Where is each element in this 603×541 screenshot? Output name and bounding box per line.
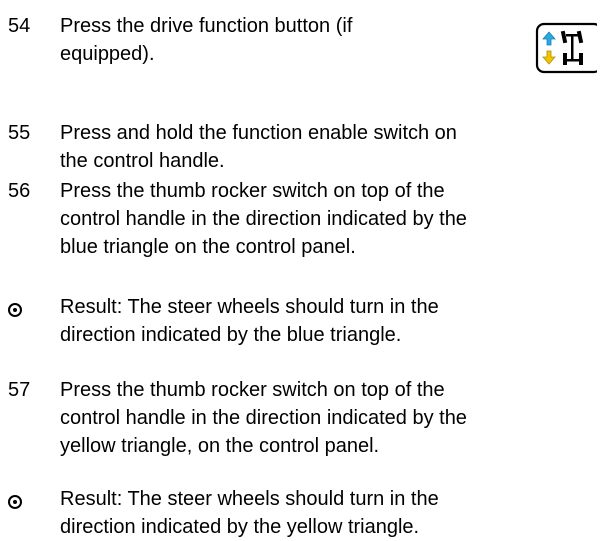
result-text: Result: The steer wheels should turn in …	[60, 296, 439, 346]
step-text: Press and hold the function enable switc…	[60, 122, 457, 172]
step-text: Press the thumb rocker switch on top of …	[60, 379, 467, 457]
step-number: 54	[8, 15, 31, 37]
result-text: Result: The steer wheels should turn in …	[60, 488, 439, 538]
drive-function-icon	[535, 22, 597, 74]
step-text: Press the thumb rocker switch on top of …	[60, 180, 467, 258]
step-text: Press the drive function button (if equi…	[60, 15, 353, 65]
step-number: 56	[8, 180, 31, 202]
step-number: 55	[8, 122, 31, 144]
result-bullet-icon	[8, 303, 22, 317]
step-number: 57	[8, 379, 31, 401]
result-bullet-icon	[8, 495, 22, 509]
